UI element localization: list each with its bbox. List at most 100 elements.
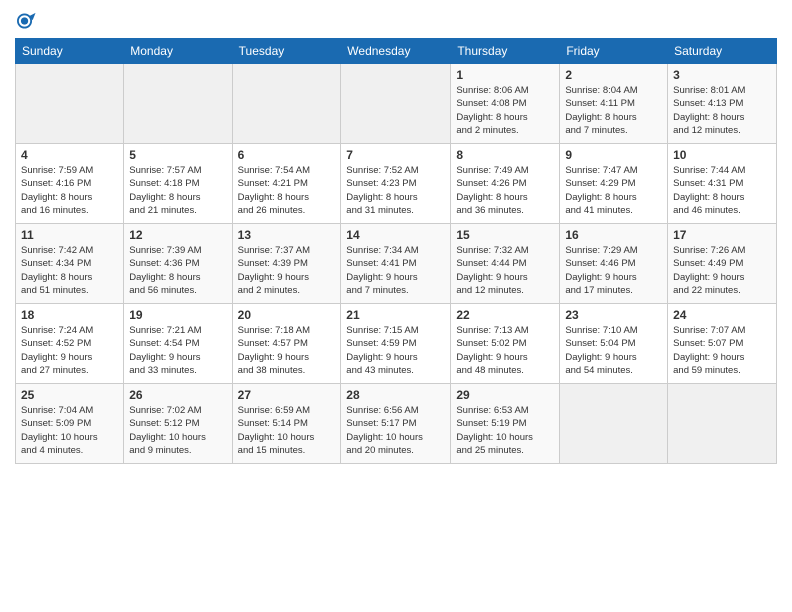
day-number: 11 (21, 228, 118, 242)
calendar-cell: 15 Sunrise: 7:32 AM Sunset: 4:44 PM Dayli… (451, 224, 560, 304)
day-number: 5 (129, 148, 226, 162)
day-number: 24 (673, 308, 771, 322)
day-number: 1 (456, 68, 554, 82)
day-detail: Sunrise: 7:29 AM Sunset: 4:46 PM Dayligh… (565, 244, 662, 297)
day-number: 16 (565, 228, 662, 242)
day-detail: Sunrise: 7:26 AM Sunset: 4:49 PM Dayligh… (673, 244, 771, 297)
day-detail: Sunrise: 8:06 AM Sunset: 4:08 PM Dayligh… (456, 84, 554, 137)
calendar-cell: 9 Sunrise: 7:47 AM Sunset: 4:29 PM Daylig… (560, 144, 668, 224)
calendar-cell: 16 Sunrise: 7:29 AM Sunset: 4:46 PM Dayli… (560, 224, 668, 304)
weekday-header: Friday (560, 39, 668, 64)
day-number: 4 (21, 148, 118, 162)
calendar-cell: 18 Sunrise: 7:24 AM Sunset: 4:52 PM Dayli… (16, 304, 124, 384)
calendar-cell: 2 Sunrise: 8:04 AM Sunset: 4:11 PM Daylig… (560, 64, 668, 144)
calendar-cell: 28 Sunrise: 6:56 AM Sunset: 5:17 PM Dayli… (341, 384, 451, 464)
calendar-cell (124, 64, 232, 144)
day-number: 20 (238, 308, 336, 322)
calendar-cell: 13 Sunrise: 7:37 AM Sunset: 4:39 PM Dayli… (232, 224, 341, 304)
day-detail: Sunrise: 7:13 AM Sunset: 5:02 PM Dayligh… (456, 324, 554, 377)
calendar-cell: 12 Sunrise: 7:39 AM Sunset: 4:36 PM Dayli… (124, 224, 232, 304)
calendar-cell: 29 Sunrise: 6:53 AM Sunset: 5:19 PM Dayli… (451, 384, 560, 464)
calendar-cell: 23 Sunrise: 7:10 AM Sunset: 5:04 PM Dayli… (560, 304, 668, 384)
calendar-cell: 1 Sunrise: 8:06 AM Sunset: 4:08 PM Daylig… (451, 64, 560, 144)
day-detail: Sunrise: 8:01 AM Sunset: 4:13 PM Dayligh… (673, 84, 771, 137)
calendar-week-row: 25 Sunrise: 7:04 AM Sunset: 5:09 PM Dayli… (16, 384, 777, 464)
day-detail: Sunrise: 7:07 AM Sunset: 5:07 PM Dayligh… (673, 324, 771, 377)
header (15, 10, 777, 32)
day-number: 15 (456, 228, 554, 242)
calendar-week-row: 4Sunrise: 7:59 AM Sunset: 4:16 PM Daylig… (16, 144, 777, 224)
weekday-header: Sunday (16, 39, 124, 64)
weekday-header: Thursday (451, 39, 560, 64)
day-number: 14 (346, 228, 445, 242)
day-number: 13 (238, 228, 336, 242)
calendar-cell: 26 Sunrise: 7:02 AM Sunset: 5:12 PM Dayli… (124, 384, 232, 464)
day-number: 26 (129, 388, 226, 402)
calendar-cell: 8 Sunrise: 7:49 AM Sunset: 4:26 PM Daylig… (451, 144, 560, 224)
day-detail: Sunrise: 7:49 AM Sunset: 4:26 PM Dayligh… (456, 164, 554, 217)
day-number: 9 (565, 148, 662, 162)
calendar-header-row: SundayMondayTuesdayWednesdayThursdayFrid… (16, 39, 777, 64)
calendar-cell: 22 Sunrise: 7:13 AM Sunset: 5:02 PM Dayli… (451, 304, 560, 384)
day-detail: Sunrise: 7:15 AM Sunset: 4:59 PM Dayligh… (346, 324, 445, 377)
day-number: 3 (673, 68, 771, 82)
day-detail: Sunrise: 7:42 AM Sunset: 4:34 PM Dayligh… (21, 244, 118, 297)
calendar-cell: 3 Sunrise: 8:01 AM Sunset: 4:13 PM Daylig… (668, 64, 777, 144)
day-detail: Sunrise: 8:04 AM Sunset: 4:11 PM Dayligh… (565, 84, 662, 137)
day-detail: Sunrise: 7:32 AM Sunset: 4:44 PM Dayligh… (456, 244, 554, 297)
day-detail: Sunrise: 7:37 AM Sunset: 4:39 PM Dayligh… (238, 244, 336, 297)
calendar-cell: 25 Sunrise: 7:04 AM Sunset: 5:09 PM Dayli… (16, 384, 124, 464)
calendar-cell (341, 64, 451, 144)
day-number: 8 (456, 148, 554, 162)
day-number: 17 (673, 228, 771, 242)
weekday-header: Tuesday (232, 39, 341, 64)
calendar-cell: 6 Sunrise: 7:54 AM Sunset: 4:21 PM Daylig… (232, 144, 341, 224)
day-detail: Sunrise: 7:10 AM Sunset: 5:04 PM Dayligh… (565, 324, 662, 377)
calendar-cell: 10 Sunrise: 7:44 AM Sunset: 4:31 PM Dayli… (668, 144, 777, 224)
day-detail: Sunrise: 7:18 AM Sunset: 4:57 PM Dayligh… (238, 324, 336, 377)
day-detail: Sunrise: 7:54 AM Sunset: 4:21 PM Dayligh… (238, 164, 336, 217)
calendar-week-row: 11 Sunrise: 7:42 AM Sunset: 4:34 PM Dayli… (16, 224, 777, 304)
day-detail: Sunrise: 7:44 AM Sunset: 4:31 PM Dayligh… (673, 164, 771, 217)
calendar-week-row: 1 Sunrise: 8:06 AM Sunset: 4:08 PM Daylig… (16, 64, 777, 144)
calendar-cell: 20 Sunrise: 7:18 AM Sunset: 4:57 PM Dayli… (232, 304, 341, 384)
calendar-cell: 7Sunrise: 7:52 AM Sunset: 4:23 PM Daylig… (341, 144, 451, 224)
day-number: 25 (21, 388, 118, 402)
day-detail: Sunrise: 7:02 AM Sunset: 5:12 PM Dayligh… (129, 404, 226, 457)
day-detail: Sunrise: 7:24 AM Sunset: 4:52 PM Dayligh… (21, 324, 118, 377)
calendar-cell: 14 Sunrise: 7:34 AM Sunset: 4:41 PM Dayli… (341, 224, 451, 304)
day-number: 23 (565, 308, 662, 322)
logo-icon (15, 10, 37, 32)
day-detail: Sunrise: 7:04 AM Sunset: 5:09 PM Dayligh… (21, 404, 118, 457)
logo (15, 10, 41, 32)
day-detail: Sunrise: 7:47 AM Sunset: 4:29 PM Dayligh… (565, 164, 662, 217)
calendar-cell: 11 Sunrise: 7:42 AM Sunset: 4:34 PM Dayli… (16, 224, 124, 304)
day-number: 12 (129, 228, 226, 242)
day-number: 6 (238, 148, 336, 162)
page-container: SundayMondayTuesdayWednesdayThursdayFrid… (0, 0, 792, 474)
day-number: 28 (346, 388, 445, 402)
calendar-cell: 21 Sunrise: 7:15 AM Sunset: 4:59 PM Dayli… (341, 304, 451, 384)
day-number: 29 (456, 388, 554, 402)
day-number: 22 (456, 308, 554, 322)
day-number: 10 (673, 148, 771, 162)
calendar-cell (16, 64, 124, 144)
day-detail: Sunrise: 7:21 AM Sunset: 4:54 PM Dayligh… (129, 324, 226, 377)
day-detail: Sunrise: 7:52 AM Sunset: 4:23 PM Dayligh… (346, 164, 445, 217)
day-number: 18 (21, 308, 118, 322)
day-detail: Sunrise: 6:59 AM Sunset: 5:14 PM Dayligh… (238, 404, 336, 457)
day-number: 21 (346, 308, 445, 322)
day-number: 19 (129, 308, 226, 322)
weekday-header: Monday (124, 39, 232, 64)
day-detail: Sunrise: 7:39 AM Sunset: 4:36 PM Dayligh… (129, 244, 226, 297)
day-detail: Sunrise: 7:34 AM Sunset: 4:41 PM Dayligh… (346, 244, 445, 297)
calendar-week-row: 18 Sunrise: 7:24 AM Sunset: 4:52 PM Dayli… (16, 304, 777, 384)
calendar-cell: 4Sunrise: 7:59 AM Sunset: 4:16 PM Daylig… (16, 144, 124, 224)
day-detail: Sunrise: 6:56 AM Sunset: 5:17 PM Dayligh… (346, 404, 445, 457)
day-detail: Sunrise: 7:57 AM Sunset: 4:18 PM Dayligh… (129, 164, 226, 217)
calendar-table: SundayMondayTuesdayWednesdayThursdayFrid… (15, 38, 777, 464)
calendar-cell: 5 Sunrise: 7:57 AM Sunset: 4:18 PM Daylig… (124, 144, 232, 224)
day-number: 2 (565, 68, 662, 82)
calendar-cell (232, 64, 341, 144)
day-detail: Sunrise: 6:53 AM Sunset: 5:19 PM Dayligh… (456, 404, 554, 457)
